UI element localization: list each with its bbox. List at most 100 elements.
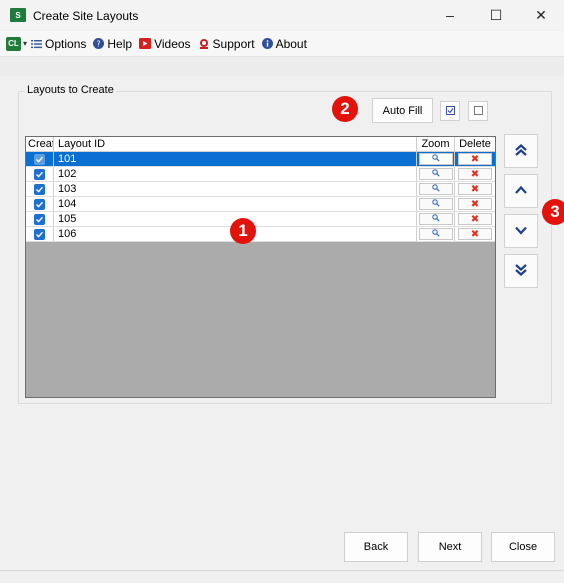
zoom-button[interactable] — [418, 198, 453, 210]
layout-id-cell[interactable]: 101 — [54, 152, 417, 166]
check-all-button[interactable] — [440, 101, 460, 121]
menu-bar: CL ▾ Options ? Help Videos Support About — [0, 31, 564, 57]
minimize-button[interactable]: – — [427, 0, 473, 30]
next-button[interactable]: Next — [418, 532, 482, 562]
zoom-cell — [417, 182, 455, 196]
table-row[interactable]: 103 ✖ — [26, 182, 495, 197]
layout-id-cell[interactable]: 102 — [54, 167, 417, 181]
header-layout-id[interactable]: Layout ID — [54, 137, 417, 151]
delete-button[interactable]: ✖ — [458, 183, 492, 195]
move-down-button[interactable] — [504, 214, 538, 248]
create-checkbox[interactable] — [34, 183, 45, 195]
menu-videos[interactable]: Videos — [139, 37, 191, 51]
close-window-button[interactable]: ✕ — [518, 0, 564, 30]
zoom-cell — [417, 152, 455, 166]
table-row[interactable]: 106 ✖ — [26, 227, 495, 242]
magnifier-icon — [431, 184, 440, 194]
table-row[interactable]: 102 ✖ — [26, 167, 495, 182]
zoom-cell — [417, 212, 455, 226]
zoom-button[interactable] — [418, 228, 453, 240]
header-create[interactable]: Create — [26, 137, 54, 151]
move-top-button[interactable] — [504, 134, 538, 168]
magnifier-icon — [431, 154, 440, 164]
delete-x-icon: ✖ — [470, 198, 480, 210]
double-chevron-up-icon — [514, 143, 528, 160]
create-cell — [26, 212, 54, 226]
menu-about[interactable]: About — [261, 36, 307, 51]
delete-x-icon: ✖ — [470, 213, 480, 225]
zoom-cell — [417, 197, 455, 211]
menu-support[interactable]: Support — [198, 37, 255, 51]
delete-button[interactable]: ✖ — [458, 213, 492, 225]
menu-help[interactable]: ? Help — [93, 37, 132, 51]
delete-cell: ✖ — [455, 152, 495, 166]
auto-fill-button[interactable]: Auto Fill — [372, 98, 433, 123]
cl-logo[interactable]: CL — [6, 36, 21, 51]
header-zoom[interactable]: Zoom — [417, 137, 455, 151]
create-cell — [26, 152, 54, 166]
menu-help-label: Help — [107, 36, 133, 51]
table-row[interactable]: 104 ✖ — [26, 197, 495, 212]
info-icon — [261, 38, 273, 49]
zoom-button[interactable] — [418, 213, 453, 225]
double-chevron-down-icon — [514, 263, 528, 280]
delete-cell: ✖ — [455, 227, 495, 241]
header-delete[interactable]: Delete — [455, 137, 495, 151]
logo-dropdown-caret[interactable]: ▾ — [23, 39, 27, 48]
create-checkbox[interactable] — [34, 213, 45, 225]
check-all-icon — [445, 105, 455, 117]
layout-id-cell[interactable]: 104 — [54, 197, 417, 211]
menu-options-label: Options — [45, 36, 87, 51]
magnifier-icon — [431, 214, 440, 224]
maximize-button[interactable]: ☐ — [473, 0, 519, 30]
zoom-button[interactable] — [418, 168, 453, 180]
layouts-grid: Create Layout ID Zoom Delete 101✖102✖103… — [25, 136, 496, 398]
close-button[interactable]: Close — [491, 532, 555, 562]
title-bar: S Create Site Layouts – ☐ ✕ — [0, 0, 564, 30]
delete-button[interactable]: ✖ — [458, 168, 492, 180]
delete-x-icon: ✖ — [470, 183, 480, 195]
delete-x-icon: ✖ — [470, 153, 480, 165]
chevron-up-icon — [514, 183, 528, 200]
menu-options[interactable]: Options — [31, 37, 86, 51]
table-row[interactable]: 101 ✖ — [26, 152, 495, 167]
delete-x-icon: ✖ — [470, 168, 480, 180]
move-bottom-button[interactable] — [504, 254, 538, 288]
list-icon — [31, 39, 43, 49]
table-row[interactable]: 105 ✖ — [26, 212, 495, 227]
menu-about-label: About — [275, 36, 307, 51]
delete-cell: ✖ — [455, 212, 495, 226]
zoom-cell — [417, 227, 455, 241]
callout-one: 1 — [230, 218, 256, 244]
delete-button[interactable]: ✖ — [458, 228, 492, 240]
video-icon — [139, 38, 152, 49]
delete-x-icon: ✖ — [470, 228, 480, 240]
app-icon: S — [10, 8, 26, 22]
zoom-button[interactable] — [418, 183, 453, 195]
toolbar-strip — [0, 58, 564, 76]
uncheck-all-button[interactable] — [468, 101, 488, 121]
zoom-button[interactable] — [418, 153, 453, 165]
create-cell — [26, 182, 54, 196]
create-cell — [26, 227, 54, 241]
back-button[interactable]: Back — [344, 532, 408, 562]
support-icon — [198, 38, 210, 50]
create-checkbox[interactable] — [34, 228, 45, 240]
callout-three: 3 — [542, 199, 564, 225]
delete-cell: ✖ — [455, 167, 495, 181]
create-checkbox[interactable] — [34, 153, 45, 165]
grid-header: Create Layout ID Zoom Delete — [26, 137, 495, 152]
grid-rows: 101 ✖ 102 ✖ 103 ✖ 104 ✖ 105 ✖ 106 ✖ — [26, 152, 495, 242]
create-cell — [26, 197, 54, 211]
svg-text:?: ? — [97, 40, 101, 49]
delete-button[interactable]: ✖ — [458, 153, 492, 165]
create-checkbox[interactable] — [34, 198, 45, 210]
chevron-down-icon — [514, 223, 528, 240]
layout-id-cell[interactable]: 103 — [54, 182, 417, 196]
menu-support-label: Support — [212, 36, 255, 51]
create-checkbox[interactable] — [34, 168, 45, 180]
create-cell — [26, 167, 54, 181]
group-title: Layouts to Create — [25, 84, 116, 96]
move-up-button[interactable] — [504, 174, 538, 208]
delete-button[interactable]: ✖ — [458, 198, 492, 210]
